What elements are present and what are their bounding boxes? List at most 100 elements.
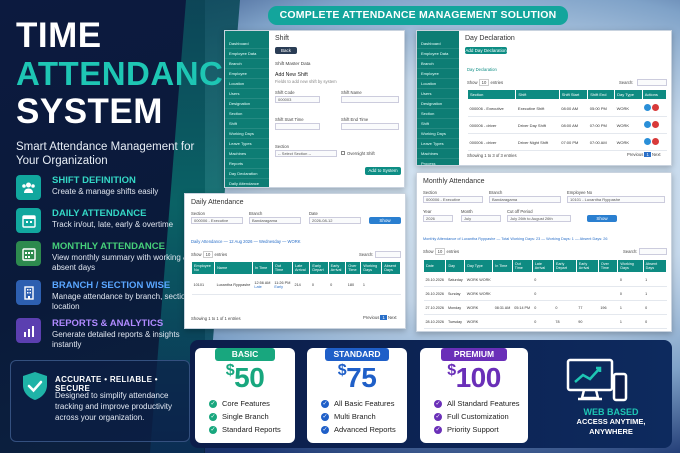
column-header[interactable]: Shift (515, 89, 560, 100)
pricing-card-premium[interactable]: PREMIUM $100 ✓ All Standard Features ✓ Ful… (420, 348, 528, 443)
column-header[interactable]: In Time (492, 259, 513, 273)
sidebar-item[interactable]: Designation (417, 99, 459, 109)
column-header[interactable]: Working Days (360, 261, 383, 275)
shift-name-input[interactable] (341, 96, 399, 103)
sidebar-item[interactable]: Employee Data (417, 49, 459, 59)
column-header[interactable]: Out Time (271, 261, 293, 275)
sidebar-item[interactable]: Employee Data (225, 49, 269, 59)
next-button[interactable]: Next (388, 315, 397, 320)
sidebar-item[interactable]: Process (417, 159, 459, 165)
column-header[interactable]: Early Depart (552, 259, 577, 273)
sidebar-item[interactable]: Day Declaration (225, 169, 269, 179)
back-button[interactable]: Back (275, 47, 297, 54)
year-select[interactable]: 2026 (423, 215, 453, 222)
check-icon: ✓ (321, 413, 329, 422)
column-header[interactable]: Early Arrival (575, 259, 599, 273)
sidebar-item[interactable]: Leave Types (225, 139, 269, 149)
sidebar-item[interactable]: Machines (417, 149, 459, 159)
entries-select[interactable]: 10 (434, 248, 446, 255)
prev-button[interactable]: Previous (627, 152, 643, 157)
overnight-checkbox[interactable]: Overnight Shift (341, 151, 375, 156)
sidebar-item[interactable]: Branch (417, 59, 459, 69)
sidebar-item[interactable]: Users (417, 89, 459, 99)
column-header[interactable]: Early Depart (309, 261, 329, 275)
entries-select[interactable]: 10 (202, 251, 214, 258)
entries-select[interactable]: 10 (478, 79, 490, 86)
sidebar-item[interactable]: Daily Attendance (225, 179, 269, 187)
show-button[interactable]: Show (369, 217, 401, 224)
column-header[interactable]: Name (214, 261, 253, 275)
sidebar-item[interactable]: Employee (417, 69, 459, 79)
next-button[interactable]: Next (652, 152, 661, 157)
column-header[interactable]: Late Arrival (531, 259, 554, 273)
pricing-card-standard[interactable]: STANDARD $75 ✓ All Basic Features ✓ Multi … (307, 348, 407, 443)
add-to-system-button[interactable]: Add to System (365, 167, 401, 175)
end-time-input[interactable] (341, 123, 399, 130)
sidebar-item[interactable]: Leave Types (417, 139, 459, 149)
column-header[interactable]: Section (466, 89, 517, 100)
column-header[interactable]: Working Days (617, 259, 644, 273)
sidebar-item[interactable]: Location (417, 79, 459, 89)
sidebar-item[interactable]: Users (225, 89, 269, 99)
section-select[interactable]: -- Select Section -- (275, 150, 337, 157)
column-header[interactable]: Over Time (345, 261, 362, 275)
edit-icon[interactable] (644, 104, 652, 111)
delete-icon[interactable] (652, 121, 660, 128)
cell (512, 272, 533, 287)
employee-select[interactable]: 10101 - Luxantha Ryppashe (567, 196, 665, 203)
table-row: 26.10.2026 Sunday WORK WORK 0 0 1 (423, 286, 667, 301)
column-header[interactable]: Out Time (511, 259, 533, 273)
column-header[interactable]: Absent Days (642, 259, 668, 273)
sidebar-item[interactable]: Branch (225, 59, 269, 69)
sidebar-item[interactable]: Dashboard (417, 39, 459, 49)
column-header[interactable]: Over Time (597, 259, 619, 273)
page-button[interactable]: 1 (644, 152, 651, 157)
branch-select[interactable]: Bandaragama (249, 217, 301, 224)
start-time-input[interactable] (275, 123, 320, 130)
sidebar-item[interactable]: Designation (225, 99, 269, 109)
sidebar-item[interactable]: Dashboard (225, 39, 269, 49)
column-header[interactable]: Early Arrival (327, 261, 347, 275)
checkbox-box[interactable] (341, 151, 345, 155)
date-input[interactable]: 2026-08-12 (309, 217, 361, 224)
column-header[interactable]: Employee No (190, 261, 216, 275)
column-header[interactable]: In Time (251, 261, 273, 275)
column-header[interactable]: Day (445, 259, 466, 273)
delete-icon[interactable] (652, 138, 660, 145)
sidebar-item[interactable]: Working Days (417, 129, 459, 139)
show-button[interactable]: Show (587, 215, 617, 222)
sidebar-item[interactable]: Shift (225, 119, 269, 129)
section-select[interactable]: 000006 - Executive (423, 196, 483, 203)
column-header[interactable]: Shift Start (558, 89, 589, 100)
column-header[interactable]: Date (422, 259, 447, 273)
prev-button[interactable]: Previous (363, 315, 379, 320)
column-header[interactable]: Late Arrival (291, 261, 311, 275)
column-header[interactable]: Actions (641, 89, 668, 100)
sidebar-item[interactable]: Section (417, 109, 459, 119)
search-input[interactable] (637, 79, 667, 86)
search-input[interactable] (639, 248, 667, 255)
page-button[interactable]: 1 (380, 315, 387, 320)
column-header[interactable]: Shift End (587, 89, 616, 100)
column-header[interactable]: Day Type (614, 89, 643, 100)
sidebar-item[interactable]: Shift (417, 119, 459, 129)
search-input[interactable] (375, 251, 401, 258)
branch-select[interactable]: Bandaragama (489, 196, 561, 203)
pricing-card-basic[interactable]: BASIC $50 ✓ Core Features ✓ Single Branch … (195, 348, 295, 443)
month-select[interactable]: July (461, 215, 501, 222)
shift-code-input[interactable]: 000003 (275, 96, 320, 103)
sidebar-item[interactable]: Reports (225, 159, 269, 169)
sidebar-item[interactable]: Machines (225, 149, 269, 159)
sidebar-item[interactable]: Working Days (225, 129, 269, 139)
sidebar-item[interactable]: Location (225, 79, 269, 89)
sidebar-item[interactable]: Section (225, 109, 269, 119)
sidebar-item[interactable]: Employee (225, 69, 269, 79)
edit-icon[interactable] (644, 138, 652, 145)
section-select[interactable]: 000006 - Executive (191, 217, 243, 224)
delete-icon[interactable] (652, 104, 660, 111)
edit-icon[interactable] (644, 121, 652, 128)
column-header[interactable]: Absent Days (381, 261, 401, 275)
column-header[interactable]: Day Type (464, 259, 494, 273)
add-day-declaration-button[interactable]: Add Day Declaration (465, 47, 507, 54)
cutoff-select[interactable]: July 26th to August 26th (507, 215, 571, 222)
